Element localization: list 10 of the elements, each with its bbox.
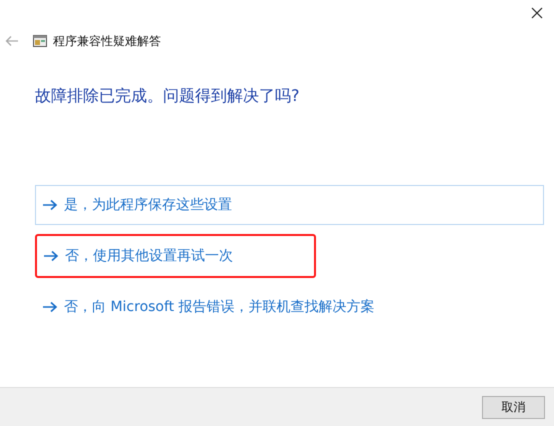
question-heading: 故障排除已完成。问题得到解决了吗? <box>35 86 300 107</box>
arrow-icon <box>42 199 58 211</box>
close-icon[interactable] <box>531 7 543 19</box>
app-window-icon <box>33 34 47 48</box>
option-link[interactable]: 是，为此程序保存这些设置 <box>35 185 544 225</box>
cancel-button[interactable]: 取消 <box>482 396 545 418</box>
arrow-icon <box>43 250 59 262</box>
window-title: 程序兼容性疑难解答 <box>53 32 161 50</box>
option-link[interactable]: 否，使用其他设置再试一次 <box>35 234 316 278</box>
arrow-icon <box>42 301 58 313</box>
